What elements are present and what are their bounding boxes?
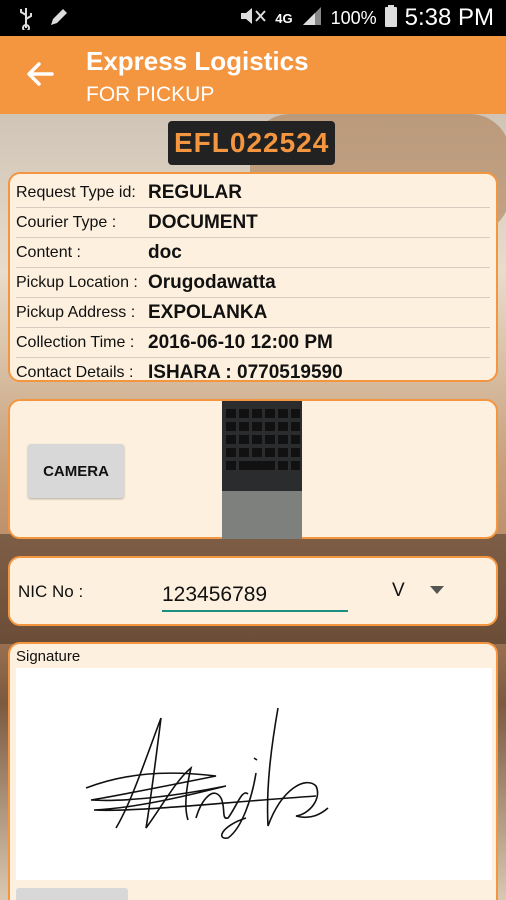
detail-label: Collection Time : xyxy=(16,333,135,351)
signature-stroke xyxy=(85,707,329,839)
pencil-icon xyxy=(48,6,70,35)
network-type: 4G xyxy=(275,10,293,26)
app-title: Express Logistics xyxy=(86,46,309,76)
detail-value: Orugodawatta xyxy=(148,271,276,293)
detail-value: REGULAR xyxy=(148,181,242,203)
detail-row: Request Type id: REGULAR xyxy=(16,178,490,208)
detail-label: Courier Type : xyxy=(16,213,117,231)
detail-value: 2016-06-10 12:00 PM xyxy=(148,331,333,353)
detail-value: EXPOLANKA xyxy=(148,301,268,323)
signature-label: Signature xyxy=(16,648,81,665)
detail-value: DOCUMENT xyxy=(148,211,258,233)
detail-value: ISHARA : 0770519590 xyxy=(148,362,343,383)
camera-button[interactable]: CAMERA xyxy=(28,444,124,498)
signal-icon xyxy=(301,5,323,32)
nic-label: NIC No : xyxy=(18,582,84,601)
detail-row: Pickup Location : Orugodawatta xyxy=(16,268,490,298)
nic-input[interactable] xyxy=(162,572,348,612)
captured-photo[interactable] xyxy=(222,401,302,539)
mute-icon xyxy=(239,5,267,32)
signature-action-button[interactable] xyxy=(16,888,128,900)
status-bar: 4G 100% 5:38 PM xyxy=(0,0,506,36)
detail-row: Courier Type : DOCUMENT xyxy=(16,208,490,238)
back-button[interactable] xyxy=(22,56,58,92)
battery-level: 100% xyxy=(330,7,377,28)
detail-label: Contact Details : xyxy=(16,364,134,381)
tracking-number: EFL022524 xyxy=(168,121,336,165)
arrow-back-icon xyxy=(27,62,54,86)
usb-icon xyxy=(18,6,34,35)
nic-card: NIC No : V xyxy=(8,556,498,626)
detail-row: Collection Time : 2016-06-10 12:00 PM xyxy=(16,328,490,358)
pickup-form[interactable]: EFL022524 Request Type id: REGULAR Couri… xyxy=(0,114,506,900)
app-subtitle: FOR PICKUP xyxy=(86,83,215,106)
detail-label: Pickup Location : xyxy=(16,273,138,291)
dropdown-arrow-icon[interactable] xyxy=(430,586,444,594)
detail-row: Content : doc xyxy=(16,238,490,268)
signature-card: Signature xyxy=(8,642,498,900)
detail-row: Pickup Address : EXPOLANKA xyxy=(16,298,490,328)
app-bar: Express Logistics FOR PICKUP xyxy=(0,36,506,114)
battery-icon xyxy=(384,4,397,32)
photo-card: CAMERA xyxy=(8,399,498,539)
clock: 5:38 PM xyxy=(404,4,494,31)
detail-row: Contact Details : ISHARA : 0770519590 xyxy=(16,358,490,388)
detail-value: doc xyxy=(148,241,182,263)
nic-suffix-select[interactable]: V xyxy=(392,580,405,602)
detail-label: Request Type id: xyxy=(16,183,136,201)
detail-label: Pickup Address : xyxy=(16,303,136,321)
details-card: Request Type id: REGULAR Courier Type : … xyxy=(8,172,498,383)
signature-pad[interactable] xyxy=(16,668,492,880)
detail-label: Content : xyxy=(16,243,81,261)
